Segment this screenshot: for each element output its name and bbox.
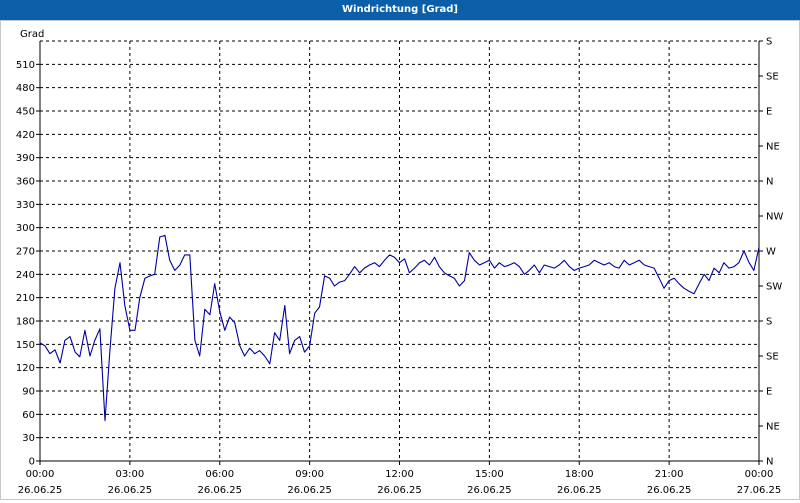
x-tick-date-label: 26.06.25 xyxy=(18,485,63,496)
x-tick-date-label: 26.06.25 xyxy=(557,485,602,496)
x-tick-time-label: 12:00 xyxy=(385,469,414,480)
x-tick-time-label: 00:00 xyxy=(745,469,774,480)
right-axis-label: N xyxy=(766,457,773,468)
y-tick-label: 270 xyxy=(16,247,35,258)
x-tick-time-label: 09:00 xyxy=(295,469,324,480)
y-tick-label: 150 xyxy=(16,340,35,351)
x-tick-time-label: 00:00 xyxy=(26,469,55,480)
x-tick-date-label: 26.06.25 xyxy=(287,485,332,496)
y-tick-label: 450 xyxy=(16,107,35,118)
y-tick-label: 120 xyxy=(16,363,35,374)
chart-title-bar: Windrichtung [Grad] xyxy=(0,0,800,21)
right-axis-label: W xyxy=(766,247,776,258)
x-tick-time-label: 21:00 xyxy=(655,469,684,480)
y-tick-label: 210 xyxy=(16,293,35,304)
y-tick-label: 420 xyxy=(16,130,35,141)
right-axis-label: SE xyxy=(766,352,779,363)
x-tick-time-label: 18:00 xyxy=(565,469,594,480)
x-tick-time-label: 06:00 xyxy=(205,469,234,480)
chart-panel: 0 30 60 90 120 150 180 210 240 270 300 330 360 390 420… xyxy=(0,20,800,500)
right-axis-label: NW xyxy=(766,212,783,223)
right-axis-label: SW xyxy=(766,282,782,293)
y-tick-label: 390 xyxy=(16,153,35,164)
right-axis-label: S xyxy=(766,317,772,328)
y-tick-label: 330 xyxy=(16,200,35,211)
right-axis-label: E xyxy=(766,107,772,118)
x-tick-date-label: 26.06.25 xyxy=(377,485,422,496)
y-tick-label: 480 xyxy=(16,83,35,94)
right-axis-label: NE xyxy=(766,142,780,153)
y-tick-label: 360 xyxy=(16,177,35,188)
x-tick-date-label: 26.06.25 xyxy=(197,485,242,496)
x-tick-time-label: 15:00 xyxy=(475,469,504,480)
y-tick-label: 0 xyxy=(29,457,35,468)
wind-direction-chart: 0 30 60 90 120 150 180 210 240 270 300 330 360 390 420… xyxy=(16,29,784,496)
y-tick-label: 30 xyxy=(22,433,35,444)
y-tick-label: 240 xyxy=(16,270,35,281)
right-axis-label: NE xyxy=(766,422,780,433)
y-axis-title: Grad xyxy=(20,29,44,40)
x-tick-date-label: 26.06.25 xyxy=(108,485,153,496)
y-tick-label: 300 xyxy=(16,223,35,234)
right-axis-label: SE xyxy=(766,72,779,83)
y-tick-label: 180 xyxy=(16,317,35,328)
y-tick-label: 90 xyxy=(22,387,35,398)
y-tick-label: 510 xyxy=(16,60,35,71)
chart-title: Windrichtung [Grad] xyxy=(342,4,458,15)
y-tick-label: 60 xyxy=(22,410,35,421)
right-axis-label: E xyxy=(766,387,772,398)
right-axis-label: S xyxy=(766,37,772,48)
x-tick-date-label: 26.06.25 xyxy=(467,485,512,496)
right-axis-label: N xyxy=(766,177,773,188)
x-tick-date-label: 27.06.25 xyxy=(737,485,782,496)
x-tick-date-label: 26.06.25 xyxy=(647,485,692,496)
x-tick-time-label: 03:00 xyxy=(115,469,144,480)
